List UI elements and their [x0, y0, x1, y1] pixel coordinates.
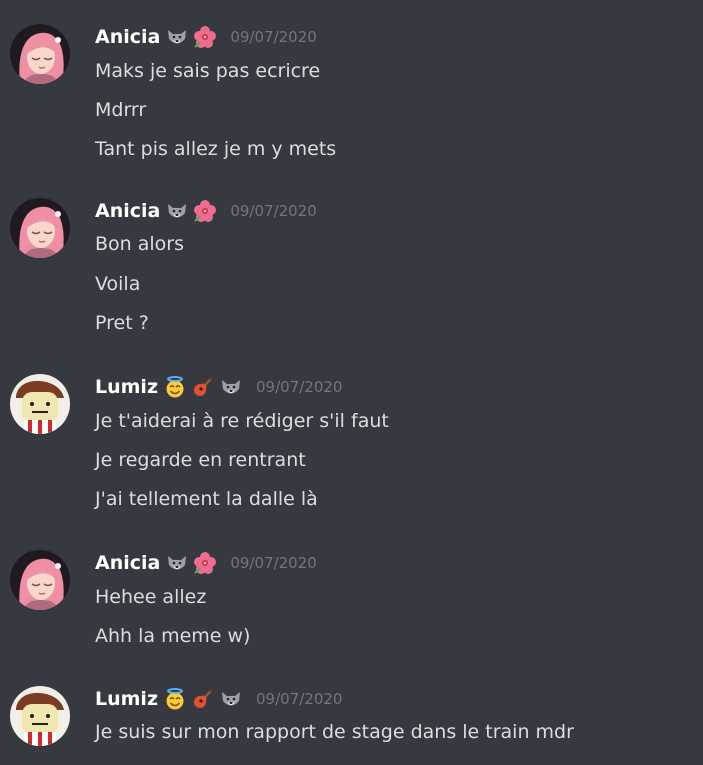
message-text[interactable]: Maks je sais pas ecricre — [95, 58, 320, 84]
timestamp[interactable]: 09/07/2020 — [256, 686, 342, 712]
wolf-icon — [166, 200, 188, 222]
message-text[interactable]: Ahh la meme w) — [95, 623, 250, 649]
message-header: Lumiz 09/07/2020 — [95, 374, 342, 400]
message-text[interactable]: Je t'aiderai à re rédiger s'il faut — [95, 408, 389, 434]
message-group: Anicia 09/07/2020 Maks je sais pas ecric… — [0, 24, 703, 164]
hibiscus-icon — [194, 26, 216, 48]
username[interactable]: Lumiz — [95, 374, 158, 400]
message-text[interactable]: Je regarde en rentrant — [95, 447, 306, 473]
message-group: Anicia 09/07/2020 Hehee allez Ahh la mem… — [0, 550, 703, 650]
message-text[interactable]: Tant pis allez je m y mets — [95, 136, 336, 162]
timestamp[interactable]: 09/07/2020 — [230, 550, 316, 576]
username[interactable]: Lumiz — [95, 686, 158, 712]
avatar-anicia[interactable] — [10, 24, 70, 84]
message-group: Lumiz 09/07/2020 Je t'aiderai à re rédig… — [0, 374, 703, 514]
message-text[interactable]: Je suis sur mon rapport de stage dans le… — [95, 719, 574, 745]
message-header: Anicia 09/07/2020 — [95, 550, 317, 576]
message-header: Lumiz 09/07/2020 — [95, 686, 342, 712]
message-text[interactable]: Bon alors — [95, 231, 184, 257]
guitar-icon — [192, 376, 214, 398]
message-text[interactable]: Pret ? — [95, 310, 149, 336]
username[interactable]: Anicia — [95, 198, 160, 224]
message-header: Anicia 09/07/2020 — [95, 198, 317, 224]
guitar-icon — [192, 688, 214, 710]
username[interactable]: Anicia — [95, 550, 160, 576]
message-group: Anicia 09/07/2020 Bon alors Voila Pret ? — [0, 198, 703, 338]
message-text[interactable]: Voila — [95, 271, 140, 297]
halo-smile-icon — [164, 688, 186, 710]
wolf-icon — [220, 376, 242, 398]
timestamp[interactable]: 09/07/2020 — [256, 374, 342, 400]
avatar-lumiz[interactable] — [10, 374, 70, 434]
avatar-anicia[interactable] — [10, 198, 70, 258]
message-group: Lumiz 09/07/2020 Je suis sur mon rapport… — [0, 686, 703, 756]
halo-smile-icon — [164, 376, 186, 398]
message-text[interactable]: Hehee allez — [95, 584, 206, 610]
message-text[interactable]: J'ai tellement la dalle là — [95, 486, 318, 512]
avatar-lumiz[interactable] — [10, 686, 70, 746]
chat-message-list: Anicia 09/07/2020 Maks je sais pas ecric… — [0, 0, 703, 765]
hibiscus-icon — [194, 552, 216, 574]
wolf-icon — [220, 688, 242, 710]
avatar-anicia[interactable] — [10, 550, 70, 610]
wolf-icon — [166, 552, 188, 574]
timestamp[interactable]: 09/07/2020 — [230, 24, 316, 50]
message-header: Anicia 09/07/2020 — [95, 24, 317, 50]
wolf-icon — [166, 26, 188, 48]
timestamp[interactable]: 09/07/2020 — [230, 198, 316, 224]
hibiscus-icon — [194, 200, 216, 222]
message-text[interactable]: Mdrrr — [95, 97, 146, 123]
username[interactable]: Anicia — [95, 24, 160, 50]
